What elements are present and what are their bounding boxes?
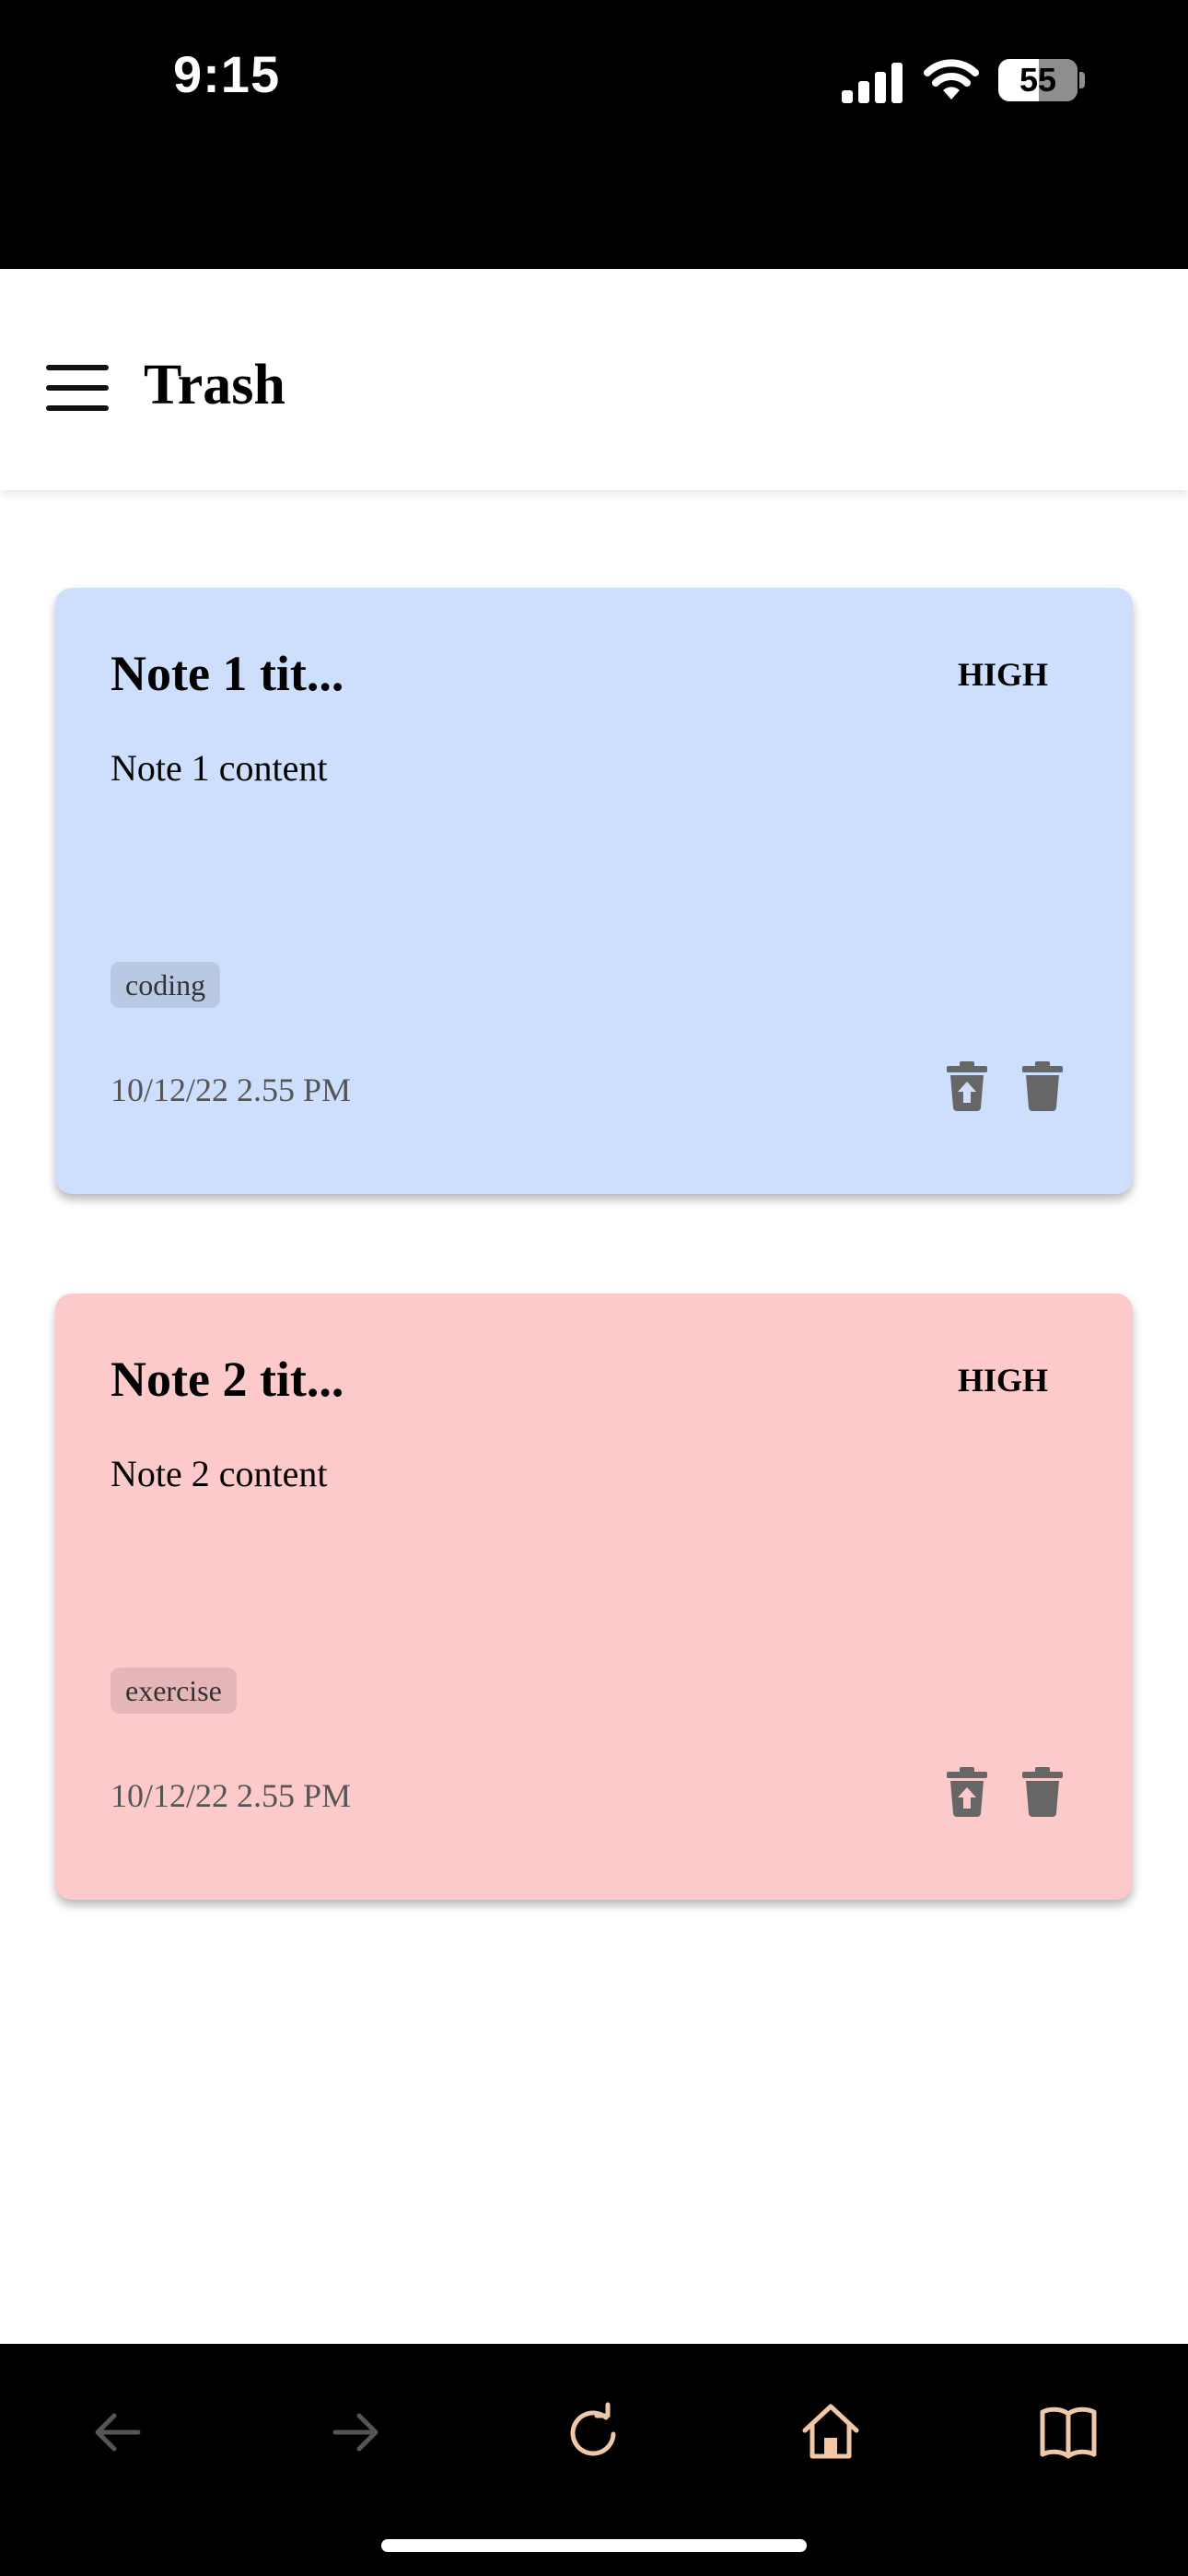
trash-icon[interactable] <box>1020 1767 1065 1817</box>
note-tag: exercise <box>111 1668 237 1714</box>
note-tag: coding <box>111 962 221 1008</box>
bookmarks-icon[interactable] <box>1035 2399 1101 2465</box>
battery-level: 55 <box>1019 61 1057 99</box>
home-icon[interactable] <box>798 2399 864 2465</box>
battery-tip <box>1079 72 1085 88</box>
note-title: Note 2 tit... <box>111 1352 344 1407</box>
note-content: Note 2 content <box>111 1453 328 1494</box>
status-time: 9:15 <box>173 45 281 103</box>
reload-icon[interactable] <box>560 2399 626 2465</box>
note-card[interactable]: Note 2 tit... HIGH Note 2 content exerci… <box>55 1294 1133 1900</box>
hamburger-menu-icon[interactable] <box>46 365 109 411</box>
note-title: Note 1 tit... <box>111 646 344 701</box>
back-arrow-icon[interactable] <box>85 2399 151 2465</box>
page-title: Trash <box>144 354 285 416</box>
status-bar: 9:15 55 <box>0 0 1188 269</box>
priority-label: HIGH <box>957 1362 1048 1399</box>
note-content: Note 1 content <box>111 747 328 789</box>
priority-label: HIGH <box>957 656 1048 693</box>
home-indicator[interactable] <box>381 2539 807 2552</box>
wifi-icon <box>924 59 979 100</box>
trash-icon[interactable] <box>1020 1061 1065 1111</box>
note-date: 10/12/22 2.55 PM <box>111 1777 352 1814</box>
battery-indicator: 55 <box>998 59 1077 101</box>
forward-arrow-icon[interactable] <box>322 2399 389 2465</box>
trash-restore-icon[interactable] <box>945 1061 989 1111</box>
app-header: Trash <box>0 269 1188 490</box>
note-date: 10/12/22 2.55 PM <box>111 1071 352 1108</box>
cellular-signal-icon <box>842 63 903 103</box>
trash-restore-icon[interactable] <box>945 1767 989 1817</box>
note-card[interactable]: Note 1 tit... HIGH Note 1 content coding… <box>55 588 1133 1194</box>
